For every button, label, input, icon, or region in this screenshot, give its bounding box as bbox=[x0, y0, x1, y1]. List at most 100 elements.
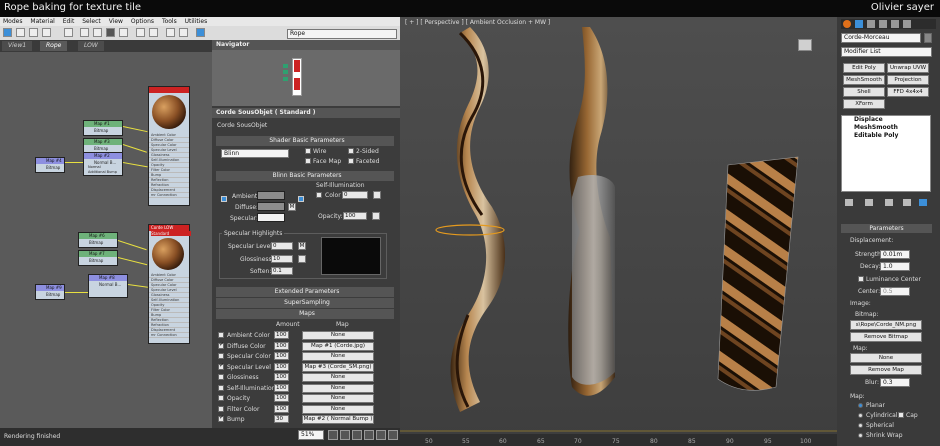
two-sided-checkbox[interactable] bbox=[348, 148, 354, 154]
maps-header[interactable]: Maps bbox=[216, 309, 394, 319]
specular-level-map-button[interactable]: M bbox=[298, 242, 306, 250]
node-material-corde-low[interactable]: Corde LOW Standard Ambient Color Diffuse… bbox=[148, 224, 191, 344]
material-selector-dropdown[interactable]: Rope bbox=[287, 29, 397, 39]
map-slot-button[interactable]: Map #3 (Corde_SM.png) bbox=[302, 362, 374, 372]
assign-material-icon[interactable] bbox=[42, 28, 51, 37]
pan-selected-icon[interactable] bbox=[388, 430, 398, 440]
map-slot-button[interactable]: None bbox=[302, 383, 374, 393]
menu-options[interactable]: Options bbox=[128, 17, 157, 25]
map-enable-checkbox[interactable] bbox=[218, 405, 224, 412]
node-map-2[interactable]: Map #2 Normal B... Normal Additional Bum… bbox=[83, 152, 123, 176]
node-material-rope[interactable]: Ambient Color Diffuse Color Specular Col… bbox=[148, 86, 190, 206]
modifier-stack[interactable]: Displace MeshSmooth Editable Poly bbox=[841, 115, 931, 192]
map-slot-button[interactable]: None bbox=[302, 331, 374, 340]
tab-rope[interactable]: Rope bbox=[40, 41, 68, 51]
self-illum-value[interactable]: 0 bbox=[342, 191, 368, 199]
shell-button[interactable]: Shell bbox=[843, 87, 885, 97]
make-unique-icon[interactable] bbox=[885, 199, 893, 206]
select-tool-icon[interactable] bbox=[3, 28, 12, 37]
node-view[interactable]: Map #4 Bitmap Map #1 Bitmap Map #3 Bitma… bbox=[0, 52, 212, 428]
zoom-icon[interactable] bbox=[340, 430, 350, 440]
show-map-icon[interactable] bbox=[106, 28, 115, 37]
menu-material[interactable]: Material bbox=[27, 17, 57, 25]
map-amount-field[interactable]: 100 bbox=[274, 331, 289, 339]
node-map-1[interactable]: Map #1 Bitmap bbox=[83, 120, 123, 136]
map-enable-checkbox[interactable] bbox=[218, 374, 224, 380]
node-map-4[interactable]: Map #4 Bitmap bbox=[35, 157, 65, 173]
luminance-center-checkbox[interactable] bbox=[858, 276, 864, 282]
blinn-rollout-header[interactable]: Blinn Basic Parameters bbox=[216, 171, 394, 181]
map-enable-checkbox[interactable] bbox=[218, 384, 224, 391]
map-amount-field[interactable]: 100 bbox=[274, 404, 289, 413]
map-enable-checkbox[interactable] bbox=[218, 395, 224, 401]
move-children-icon[interactable] bbox=[80, 28, 89, 37]
xform-button[interactable]: XForm bbox=[843, 99, 885, 109]
map-amount-field[interactable]: 100 bbox=[274, 341, 289, 350]
pin-stack-icon[interactable] bbox=[845, 199, 853, 206]
viewcube-icon[interactable] bbox=[798, 39, 812, 51]
cylindrical-radio[interactable] bbox=[858, 413, 863, 418]
cap-checkbox[interactable] bbox=[898, 412, 904, 418]
menu-modes[interactable]: Modes bbox=[0, 17, 25, 25]
center-field[interactable]: 0.5 bbox=[880, 287, 910, 296]
pick-material-icon[interactable] bbox=[16, 28, 25, 37]
map-amount-field[interactable]: 100 bbox=[274, 383, 289, 392]
map-enable-checkbox[interactable] bbox=[218, 353, 224, 359]
map-slot-button[interactable]: Map #2 ( Normal Bump ) bbox=[302, 415, 374, 424]
display-tab-icon[interactable] bbox=[891, 20, 899, 28]
glossiness-map-button[interactable] bbox=[298, 255, 306, 263]
object-color-swatch[interactable] bbox=[924, 33, 932, 43]
lock-ambient-diffuse-icon[interactable] bbox=[221, 196, 227, 202]
remove-modifier-icon[interactable] bbox=[903, 199, 911, 206]
object-name-field[interactable]: Corde-Morceau bbox=[841, 33, 921, 43]
create-tab-icon[interactable] bbox=[843, 20, 851, 28]
modifier-list-dropdown[interactable]: Modifier List bbox=[841, 47, 932, 57]
spherical-radio[interactable] bbox=[858, 423, 863, 428]
shader-rollout-header[interactable]: Shader Basic Parameters bbox=[216, 136, 394, 146]
select-by-material-icon[interactable] bbox=[196, 28, 205, 37]
map-amount-field[interactable]: 30 bbox=[274, 415, 289, 423]
hierarchy-tab-icon[interactable] bbox=[867, 20, 875, 28]
tab-low[interactable]: LOW bbox=[78, 41, 104, 51]
menu-edit[interactable]: Edit bbox=[60, 17, 78, 25]
wire-checkbox[interactable] bbox=[305, 148, 311, 154]
stack-item-editable-poly[interactable]: Editable Poly bbox=[842, 132, 930, 140]
menu-utilities[interactable]: Utilities bbox=[182, 17, 211, 25]
map-slot-button[interactable]: None bbox=[302, 352, 374, 361]
shrink-wrap-radio[interactable] bbox=[858, 433, 863, 438]
pan-icon[interactable] bbox=[328, 430, 338, 440]
ffd-button[interactable]: FFD 4x4x4 bbox=[887, 87, 929, 97]
tab-view1[interactable]: View1 bbox=[2, 41, 33, 51]
layout-children-icon[interactable] bbox=[149, 28, 158, 37]
motion-tab-icon[interactable] bbox=[879, 20, 887, 28]
map-slot-button[interactable]: None bbox=[302, 404, 374, 414]
viewport-label[interactable]: [ + ] [ Perspective ] [ Ambient Occlusio… bbox=[405, 19, 550, 26]
map-none-button[interactable]: None bbox=[850, 353, 922, 363]
map-enable-checkbox[interactable] bbox=[218, 414, 224, 422]
show-background-icon[interactable] bbox=[119, 28, 128, 37]
specular-color-swatch[interactable] bbox=[257, 213, 285, 222]
glossiness-value[interactable]: 10 bbox=[271, 255, 293, 263]
zoom-selected-icon[interactable] bbox=[376, 430, 386, 440]
material-header[interactable]: Corde SousObjet ( Standard ) bbox=[212, 108, 400, 118]
map-amount-field[interactable]: 100 bbox=[274, 352, 289, 360]
lock-map-icon[interactable] bbox=[298, 196, 304, 202]
node-map-8[interactable]: Map #8 Normal B... bbox=[88, 274, 128, 298]
delete-icon[interactable] bbox=[64, 28, 73, 37]
timeline-ruler[interactable]: 50 55 60 65 70 75 80 85 90 95 100 bbox=[400, 434, 837, 446]
specular-level-value[interactable]: 0 bbox=[271, 242, 293, 250]
zoom-extents-icon[interactable] bbox=[364, 430, 374, 440]
menu-view[interactable]: View bbox=[106, 17, 126, 25]
parameter-editor-icon[interactable] bbox=[179, 28, 188, 37]
remove-bitmap-button[interactable]: Remove Bitmap bbox=[850, 332, 922, 342]
navigator-view[interactable] bbox=[212, 50, 400, 106]
ambient-color-swatch[interactable] bbox=[257, 191, 285, 200]
supersampling-header[interactable]: SuperSampling bbox=[216, 298, 394, 308]
parameters-rollout-header[interactable]: Parameters bbox=[841, 224, 932, 233]
decay-field[interactable]: 1.0 bbox=[880, 262, 910, 271]
soften-value[interactable]: 0.1 bbox=[271, 267, 293, 275]
edit-poly-button[interactable]: Edit Poly bbox=[843, 63, 885, 73]
layout-all-icon[interactable] bbox=[136, 28, 145, 37]
menu-select[interactable]: Select bbox=[79, 17, 104, 25]
modify-tab-icon[interactable] bbox=[855, 20, 863, 28]
